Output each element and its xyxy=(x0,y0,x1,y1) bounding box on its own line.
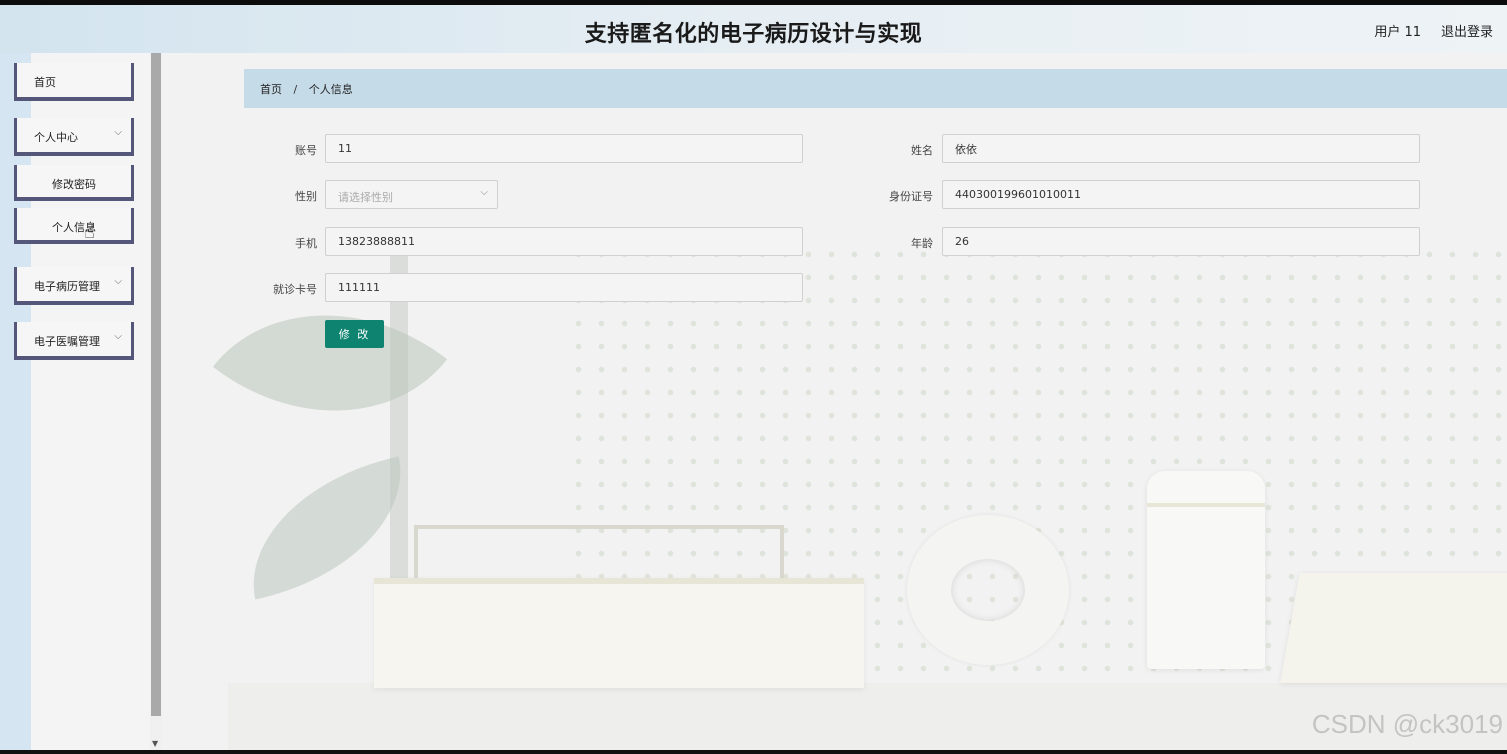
app-title: 支持匿名化的电子病历设计与实现 xyxy=(584,22,923,47)
sidebar-item-medical-records[interactable]: 电子病历管理 ⌵ xyxy=(14,267,134,305)
card-no-field[interactable] xyxy=(325,273,803,302)
current-user: 用户 11 xyxy=(1374,25,1421,40)
logout-button[interactable]: 退出登录 xyxy=(1441,21,1493,40)
sidebar xyxy=(31,53,150,750)
phone-label: 手机 xyxy=(295,237,317,250)
chevron-down-icon: ⌵ xyxy=(114,331,122,342)
age-field[interactable] xyxy=(942,227,1420,256)
sidebar-item-label: 电子医嘱管理 xyxy=(34,335,100,348)
id-card-field[interactable] xyxy=(942,180,1420,209)
chevron-down-icon: ⌵ xyxy=(114,127,122,138)
account-label: 账号 xyxy=(295,144,317,157)
scroll-down-arrow-icon[interactable]: ▼ xyxy=(152,739,158,748)
background-cylinder xyxy=(1147,471,1265,669)
sidebar-item-medical-orders[interactable]: 电子医嘱管理 ⌵ xyxy=(14,322,134,360)
sidebar-item-personal-center[interactable]: 个人中心 ⌵ xyxy=(14,118,134,156)
sidebar-item-change-password[interactable]: 修改密码 xyxy=(14,165,134,201)
sidebar-item-personal-info[interactable]: 个人信息 xyxy=(14,208,134,244)
bottom-border xyxy=(0,750,1507,754)
gender-select[interactable]: 请选择性别 ⌵ xyxy=(325,180,498,209)
sidebar-item-label: 修改密码 xyxy=(52,178,96,191)
gender-placeholder: 请选择性别 xyxy=(338,191,393,204)
sidebar-item-label: 首页 xyxy=(34,76,56,89)
sidebar-scrollbar[interactable]: ▼ xyxy=(150,53,162,750)
breadcrumb-separator: / xyxy=(293,83,298,96)
background-tray xyxy=(414,525,784,585)
sidebar-item-label: 电子病历管理 xyxy=(34,280,100,293)
gender-label: 性别 xyxy=(295,190,317,203)
background-ring xyxy=(907,515,1069,665)
breadcrumb-current: 个人信息 xyxy=(308,83,353,96)
hand-cursor-icon: ☝ xyxy=(84,222,95,243)
submit-button[interactable]: 修 改 xyxy=(325,320,384,348)
age-label: 年龄 xyxy=(911,237,933,250)
phone-field[interactable] xyxy=(325,227,803,256)
main-content: 首页 / 个人信息 账号 姓名 性别 请选择性别 ⌵ 身份证号 手机 年龄 就诊… xyxy=(162,53,1507,750)
sidebar-scroll-thumb[interactable] xyxy=(151,53,161,716)
left-strip xyxy=(0,53,31,750)
breadcrumb-home[interactable]: 首页 xyxy=(260,83,282,96)
watermark: CSDN @ck3019 xyxy=(1311,709,1503,739)
account-field[interactable] xyxy=(325,134,803,163)
sidebar-item-home[interactable]: 首页 xyxy=(14,63,134,101)
background-slab xyxy=(1280,573,1507,683)
chevron-down-icon: ⌵ xyxy=(480,187,488,198)
background-box xyxy=(374,578,864,688)
id-card-label: 身份证号 xyxy=(889,190,933,203)
name-label: 姓名 xyxy=(911,144,933,157)
sidebar-item-label: 个人信息 xyxy=(52,221,96,234)
chevron-down-icon: ⌵ xyxy=(114,276,122,287)
name-field[interactable] xyxy=(942,134,1420,163)
card-no-label: 就诊卡号 xyxy=(273,283,317,296)
sidebar-item-label: 个人中心 xyxy=(34,131,78,144)
breadcrumb: 首页 / 个人信息 xyxy=(244,69,1507,108)
app-header: 支持匿名化的电子病历设计与实现 用户 11 退出登录 xyxy=(0,5,1507,53)
